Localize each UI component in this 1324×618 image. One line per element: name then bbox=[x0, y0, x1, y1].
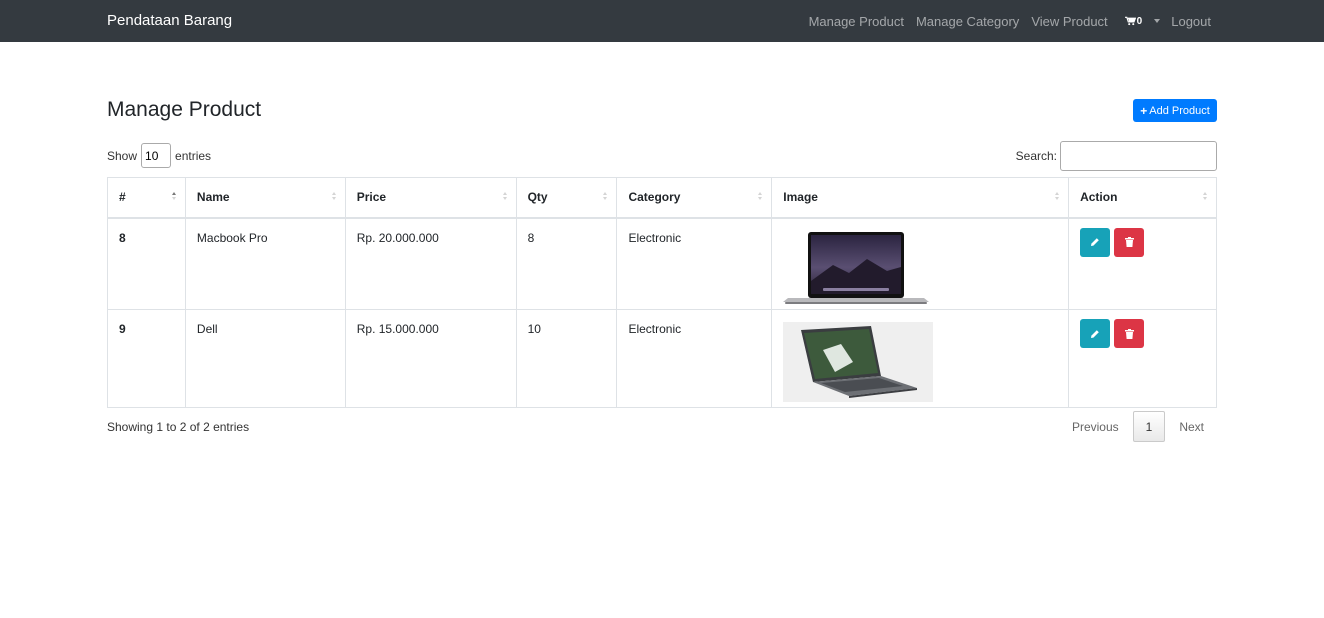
column-header-image[interactable]: Image bbox=[771, 177, 1070, 219]
add-product-button[interactable]: + Add Product bbox=[1133, 99, 1217, 122]
table-info: Showing 1 to 2 of 2 entries bbox=[107, 420, 250, 434]
trash-icon bbox=[1124, 237, 1134, 247]
pencil-icon bbox=[1091, 238, 1099, 246]
sort-icon bbox=[331, 192, 336, 200]
brand-link[interactable]: Pendataan Barang bbox=[107, 12, 232, 29]
navbar: Pendataan Barang Manage Product Manage C… bbox=[0, 0, 1324, 42]
plus-icon: + bbox=[1140, 103, 1148, 118]
table-row: 9 Dell Rp. 15.000.000 10 Electronic bbox=[107, 309, 1217, 408]
column-header-name[interactable]: Name bbox=[184, 177, 346, 219]
dropdown-caret-icon[interactable] bbox=[1154, 19, 1161, 23]
cell-price: Rp. 15.000.000 bbox=[344, 309, 517, 408]
show-label: Show bbox=[107, 148, 138, 163]
sort-icon bbox=[1055, 192, 1060, 200]
cell-id: 9 bbox=[107, 309, 186, 408]
cell-image bbox=[771, 309, 1070, 408]
pagination: Previous 1 Next bbox=[1060, 411, 1216, 442]
delete-button[interactable] bbox=[1114, 319, 1145, 348]
delete-button[interactable] bbox=[1114, 227, 1145, 257]
products-table: # Name Price Qty Category Image Action 8… bbox=[107, 177, 1217, 408]
nav-view-product[interactable]: View Product bbox=[1031, 14, 1107, 29]
search-control: Search: bbox=[1016, 141, 1217, 171]
column-header-action[interactable]: Action bbox=[1068, 177, 1217, 219]
shopping-cart-icon bbox=[1124, 16, 1136, 26]
entries-label: entries bbox=[175, 148, 212, 163]
next-button[interactable]: Next bbox=[1167, 411, 1216, 442]
edit-button[interactable] bbox=[1080, 227, 1111, 257]
macbook-laptop-image bbox=[783, 231, 930, 304]
search-label: Search: bbox=[1015, 149, 1057, 163]
sort-icon bbox=[603, 192, 608, 200]
page-button-1[interactable]: 1 bbox=[1132, 411, 1166, 442]
edit-button[interactable] bbox=[1080, 319, 1111, 348]
table-header-row: # Name Price Qty Category Image Action bbox=[107, 177, 1217, 219]
column-header-category[interactable]: Category bbox=[616, 177, 773, 219]
sort-icon bbox=[1203, 192, 1207, 200]
column-header-qty[interactable]: Qty bbox=[515, 177, 618, 219]
page-title: Manage Product bbox=[107, 98, 262, 121]
search-input[interactable] bbox=[1060, 141, 1217, 171]
cell-image bbox=[771, 217, 1070, 310]
logout-link[interactable]: Logout bbox=[1171, 14, 1211, 29]
pencil-icon bbox=[1091, 329, 1099, 338]
cell-actions bbox=[1068, 217, 1217, 310]
cell-category: Electronic bbox=[616, 309, 773, 408]
cell-qty: 8 bbox=[515, 217, 618, 310]
sort-icon bbox=[171, 192, 176, 200]
cart-link[interactable]: 0 bbox=[1124, 15, 1143, 27]
cell-name: Macbook Pro bbox=[184, 217, 346, 310]
trash-icon bbox=[1124, 328, 1134, 339]
dell-laptop-image bbox=[783, 322, 934, 402]
column-header-id[interactable]: # bbox=[107, 177, 186, 219]
nav-manage-category[interactable]: Manage Category bbox=[916, 14, 1019, 29]
previous-button[interactable]: Previous bbox=[1060, 411, 1131, 442]
nav-menu: Manage Product Manage Category View Prod… bbox=[797, 0, 1211, 42]
cart-count: 0 bbox=[1136, 15, 1143, 27]
cell-name: Dell bbox=[184, 309, 346, 408]
cell-category: Electronic bbox=[616, 217, 773, 310]
cell-id: 8 bbox=[107, 217, 186, 310]
nav-manage-product[interactable]: Manage Product bbox=[809, 14, 904, 29]
cell-price: Rp. 20.000.000 bbox=[344, 217, 517, 310]
add-product-label: Add Product bbox=[1149, 104, 1210, 117]
cell-qty: 10 bbox=[515, 309, 618, 408]
entries-select[interactable]: 10 bbox=[141, 143, 172, 168]
cell-actions bbox=[1068, 309, 1217, 408]
table-row: 8 Macbook Pro Rp. 20.000.000 8 Electroni… bbox=[107, 217, 1217, 310]
column-header-price[interactable]: Price bbox=[344, 177, 517, 219]
sort-icon bbox=[502, 192, 507, 200]
entries-length-control: Show 10 entries bbox=[107, 143, 211, 168]
sort-icon bbox=[758, 192, 763, 200]
